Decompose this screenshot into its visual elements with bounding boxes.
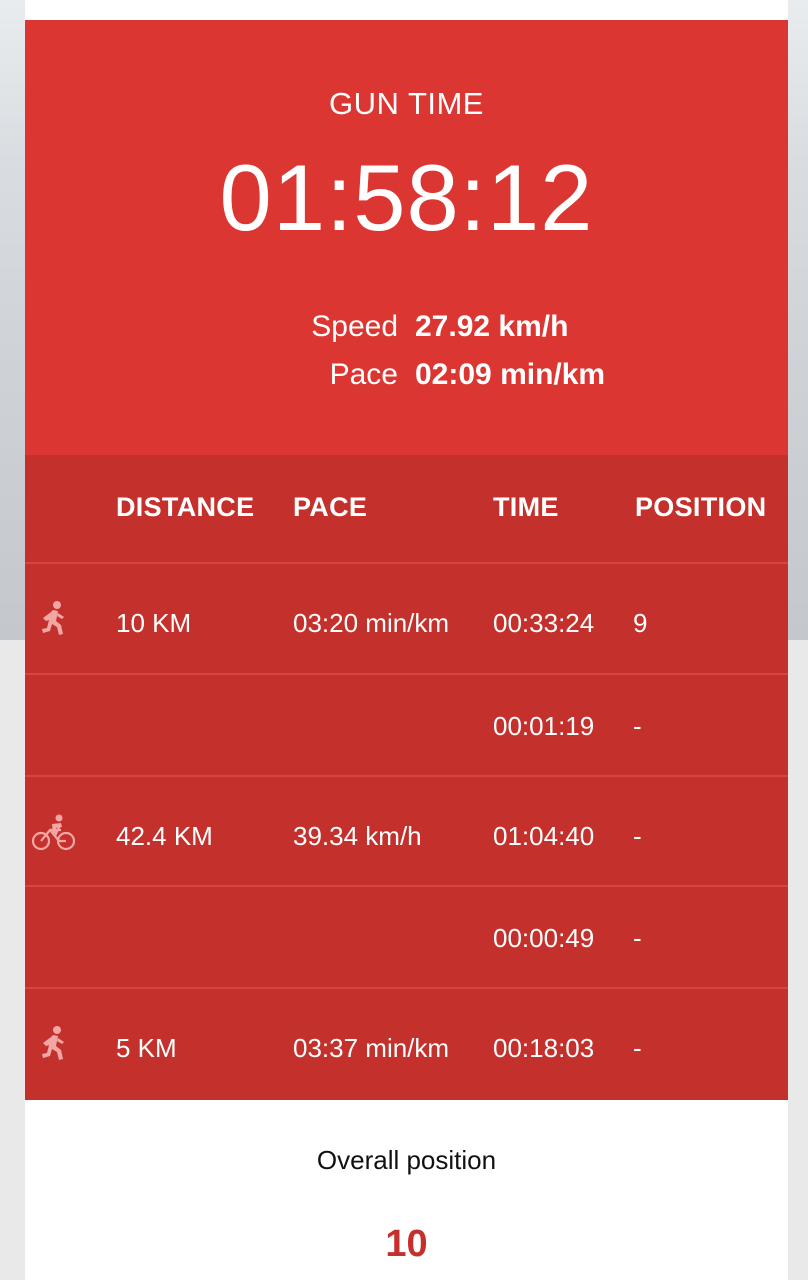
row-position: -	[633, 1033, 642, 1063]
gun-time-label: GUN TIME	[329, 86, 484, 121]
runner-icon	[31, 600, 77, 640]
row-time: 00:01:19	[493, 711, 595, 741]
header-time: TIME	[493, 492, 559, 522]
gun-time-panel: GUN TIME 01:58:12 Speed 27.92 km/h Pace …	[25, 20, 788, 455]
overall-position-panel: Overall position 10	[25, 1100, 788, 1280]
results-card: GUN TIME 01:58:12 Speed 27.92 km/h Pace …	[25, 20, 788, 1280]
speed-label: Speed	[311, 310, 398, 343]
row-time: 00:33:24	[493, 608, 595, 638]
speed-value: 27.92 km/h	[415, 310, 569, 343]
row-pace: 03:37 min/km	[293, 1033, 450, 1063]
row-pace: 39.34 km/h	[293, 821, 422, 851]
row-distance: 42.4 KM	[116, 821, 213, 851]
top-white-strip	[25, 0, 788, 20]
overall-position-value: 10	[385, 1223, 428, 1265]
row-position: -	[633, 711, 642, 741]
runner-icon	[31, 1025, 77, 1065]
row-time: 00:18:03	[493, 1033, 595, 1063]
header-pace: PACE	[293, 492, 368, 522]
row-distance: 5 KM	[116, 1033, 177, 1063]
pace-row: Pace 02:09 min/km	[25, 358, 788, 398]
gun-time-value: 01:58:12	[219, 145, 594, 250]
header-distance: DISTANCE	[116, 492, 255, 522]
row-pace: 03:20 min/km	[293, 608, 450, 638]
table-header: DISTANCE PACE TIME POSITION	[25, 455, 788, 562]
pace-value: 02:09 min/km	[415, 358, 606, 391]
table-row: 42.4 KM 39.34 km/h 01:04:40 -	[25, 775, 788, 887]
row-position: -	[633, 821, 642, 851]
splits-table: DISTANCE PACE TIME POSITION 10 KM 03:20 …	[25, 455, 788, 1100]
table-row: 10 KM 03:20 min/km 00:33:24 9	[25, 562, 788, 675]
cyclist-icon	[31, 813, 77, 853]
row-time: 00:00:49	[493, 923, 595, 953]
row-time: 01:04:40	[493, 821, 595, 851]
overall-position-label: Overall position	[316, 1145, 497, 1175]
row-distance: 10 KM	[116, 608, 192, 638]
row-position: -	[633, 923, 642, 953]
table-row: 00:01:19 -	[25, 673, 788, 777]
pace-label: Pace	[329, 358, 398, 391]
table-row: 5 KM 03:37 min/km 00:18:03 -	[25, 987, 788, 1100]
row-position: 9	[633, 608, 648, 638]
header-position: POSITION	[635, 492, 767, 522]
speed-row: Speed 27.92 km/h	[25, 310, 788, 350]
table-row: 00:00:49 -	[25, 885, 788, 989]
